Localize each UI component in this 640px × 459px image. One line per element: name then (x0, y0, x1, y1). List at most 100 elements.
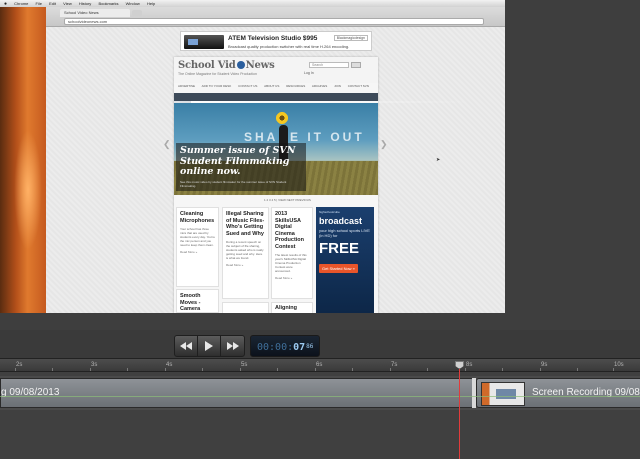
read-more-link: Read More » (275, 276, 293, 280)
timeline: g 09/08/2013 Screen Recording 09/08/ (0, 372, 640, 459)
menubar-item-help: Help (146, 1, 156, 6)
site-container: School Vid News The Online Magazine for S… (174, 57, 378, 313)
fast-forward-icon (226, 342, 239, 350)
slider-prev-icon: ❮ (163, 139, 171, 149)
site-search-button (351, 62, 361, 68)
read-more-link: Read More » (226, 263, 244, 267)
top-link: CONTACT SVN (347, 84, 369, 88)
rewind-button[interactable] (175, 336, 198, 356)
browser-chrome: School Video News schoolvideonews.com (46, 7, 505, 27)
ad-brand: Blackmagicdesign (333, 35, 368, 41)
article-excerpt: Your school has three mics that are used… (180, 227, 215, 247)
slider-pagination: 1 2 3 4 5 | VIEW NEXT PREVIOUS (264, 198, 311, 202)
hero-overlay-word: SHAKE IT OUT (244, 130, 365, 144)
logo-right: News (245, 60, 275, 71)
play-icon (205, 341, 213, 351)
article-card: Cleaning Microphones Your school has thr… (176, 207, 219, 287)
slider-next-icon: ❯ (380, 139, 388, 149)
article-title: Illegal Sharing of Music Files-Who's Get… (226, 211, 265, 237)
play-button[interactable] (198, 336, 221, 356)
top-link: ABOUT US (264, 84, 280, 88)
hero-caption: Summer issue of SVN Student Filmmaking o… (176, 143, 306, 191)
timecode-seconds: 07 (293, 342, 306, 353)
top-link: CONTACT US (238, 84, 258, 88)
sidebar-ad-free: FREE (319, 240, 360, 257)
ad-banner: ATEM Television Studio $995 Broadcast qu… (180, 31, 372, 51)
site-search-input: Search (309, 62, 349, 68)
ruler-tick (127, 368, 128, 371)
ad-subtitle: Broadcast quality production switcher wi… (228, 44, 350, 49)
ruler-tick (52, 368, 53, 371)
video-track: g 09/08/2013 Screen Recording 09/08/ (0, 376, 640, 410)
mouse-cursor-icon: ➤ (436, 157, 441, 163)
video-viewer: ● Chrome File Edit View History Bookmark… (0, 0, 640, 330)
article-excerpt: The latest results of this year's Skills… (275, 253, 307, 273)
ruler-tick (427, 368, 428, 371)
site-top-links: ADVERTISE ADD TO YOUR DESK CONTACT US AB… (178, 83, 374, 89)
transport-bar: 00:00:0786 (0, 330, 640, 358)
timeline-clip[interactable]: g 09/08/2013 (0, 378, 474, 408)
timecode-frames: 86 (306, 343, 314, 350)
article-title: Smooth Moves - Camera Support (180, 293, 201, 313)
article-card: Smooth Moves - Camera Support (176, 289, 219, 313)
menubar-item-view: View (63, 1, 72, 6)
web-page: ATEM Television Studio $995 Broadcast qu… (46, 27, 505, 313)
ruler-tick (577, 368, 578, 371)
ruler-tick (165, 368, 166, 371)
menubar-item-history: History (78, 1, 92, 6)
ruler-tick (540, 368, 541, 371)
switcher-device-image (184, 35, 224, 49)
ruler-label: 2s (16, 362, 23, 368)
article-title: Cleaning Microphones (180, 211, 215, 224)
sidebar-ad: highschoolcube broadcast your high schoo… (316, 207, 374, 313)
logo-globe-icon (236, 61, 245, 69)
ruler-tick (277, 368, 278, 371)
article-card-partial (222, 302, 269, 313)
site-logo: School Vid News (178, 60, 275, 71)
screen-editor-window: ● Chrome File Edit View History Bookmark… (0, 0, 640, 459)
browser-window: School Video News schoolvideonews.com AT… (46, 7, 505, 313)
site-login: Log In (304, 71, 314, 75)
top-link: ARCHIVES (311, 84, 328, 88)
mac-menubar: ● Chrome File Edit View History Bookmark… (0, 0, 505, 7)
article-card: Aligning (271, 302, 313, 313)
article-title: 2013 SkillsUSA Digital Cinema Production… (275, 211, 305, 250)
light-streak (174, 101, 474, 103)
sidebar-ad-text: your high school sports LIVE (in HD) for (319, 228, 370, 238)
site-header: School Vid News The Online Magazine for S… (174, 57, 378, 83)
address-bar: schoolvideonews.com (64, 18, 484, 25)
audio-level-line (0, 396, 640, 397)
ruler-label: 9s (541, 362, 548, 368)
ruler-label: 6s (316, 362, 323, 368)
clip-thumbnail (481, 382, 525, 406)
ruler-label: 7s (391, 362, 398, 368)
fast-forward-button[interactable] (221, 336, 244, 356)
ruler-label: 4s (166, 362, 173, 368)
ruler-tick (465, 368, 466, 371)
ruler-label: 8s (466, 362, 473, 368)
time-ruler[interactable]: 2s 3s 4s 5s 6s 7s 8s 9s 10s (0, 358, 640, 372)
ruler-label: 3s (91, 362, 98, 368)
transport-controls (174, 335, 245, 357)
menubar-item-bookmarks: Bookmarks (98, 1, 119, 6)
article-excerpt: During a recent speech on the subject of… (226, 240, 264, 260)
article-card: 2013 SkillsUSA Digital Cinema Production… (271, 207, 313, 299)
ruler-tick (202, 368, 203, 371)
menubar-item-window: Window (125, 1, 140, 6)
hero-slider: SHAKE IT OUT Summer issue of SVN Student… (174, 103, 378, 195)
site-tagline: The Online Magazine for Student Video Pr… (178, 72, 257, 76)
rewind-icon (180, 342, 192, 350)
sunflower-image (275, 111, 289, 125)
sidebar-ad-cta: Get Started Now » (319, 264, 358, 273)
apple-icon: ● (4, 1, 8, 7)
timecode-hours-minutes: 00:00: (257, 342, 294, 353)
timecode-display: 00:00:0786 (250, 335, 320, 357)
top-link: RESOURCES (286, 84, 306, 88)
top-link: ADD TO YOUR DESK (201, 84, 232, 88)
browser-tab: School Video News (60, 9, 130, 17)
menubar-app: Chrome (14, 1, 29, 6)
timeline-clip[interactable]: Screen Recording 09/08/ (476, 378, 640, 408)
sidebar-ad-headline: broadcast (319, 216, 363, 226)
hero-title: Summer issue of SVN Student Filmmaking o… (180, 145, 296, 177)
logo-left: School Vid (178, 60, 236, 71)
